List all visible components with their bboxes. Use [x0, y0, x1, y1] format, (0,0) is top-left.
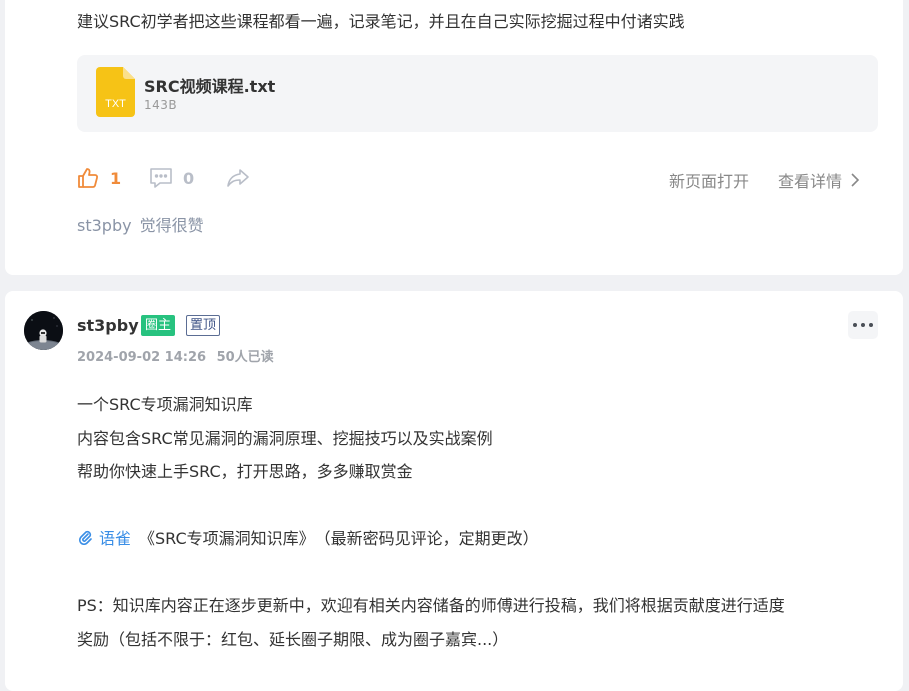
attachment-name[interactable]: SRC视频课程.txt — [144, 73, 275, 97]
thumbs-up-icon — [78, 168, 99, 188]
open-new-page-link[interactable]: 新页面打开 — [669, 168, 749, 192]
link-description: 《SRC专项漏洞知识库》 （最新密码见评论，定期更改） — [139, 529, 539, 548]
file-icon-label: TXT — [105, 98, 126, 110]
more-dot-icon — [869, 323, 873, 327]
txt-file-icon: TXT — [96, 67, 135, 117]
ps-text-line: 奖励（包括不限于：红包、延长圈子期限、成为圈子嘉宾...） — [77, 630, 509, 649]
more-dot-icon — [853, 323, 857, 327]
post-text: 建议SRC初学者把这些课程都看一遍，记录笔记，并且在自己实际挖掘过程中付诸实践 — [77, 12, 685, 31]
yuque-link[interactable]: 语雀 — [99, 525, 131, 549]
comment-icon — [150, 168, 172, 188]
comment-count: 0 — [183, 168, 195, 188]
ps-text-line: PS：知识库内容正在逐步更新中，欢迎有相关内容储备的师傅进行投稿，我们将根据贡献… — [77, 596, 785, 615]
liker-name[interactable]: st3pby — [77, 216, 132, 235]
knowledge-base-link-line: 语雀 《SRC专项漏洞知识库》 （最新密码见评论，定期更改） — [77, 525, 539, 549]
author-name[interactable]: st3pby — [77, 316, 139, 335]
post-text-line: 一个SRC专项漏洞知识库 — [77, 395, 253, 414]
like-button[interactable]: 1 — [76, 166, 121, 190]
comment-button[interactable]: 0 — [149, 166, 194, 190]
paperclip-icon — [78, 530, 92, 545]
chevron-right-icon — [851, 173, 860, 187]
post-meta: 2024-09-02 14:26 50人已读 — [77, 346, 274, 365]
more-options-button[interactable] — [848, 311, 878, 339]
avatar[interactable] — [24, 311, 63, 350]
post-card: 建议SRC初学者把这些课程都看一遍，记录笔记，并且在自己实际挖掘过程中付诸实践 … — [5, 0, 903, 275]
view-details-link[interactable]: 查看详情 — [778, 168, 860, 192]
share-icon — [227, 169, 249, 187]
attachment-size: 143B — [144, 98, 178, 112]
attachment-card[interactable]: TXT SRC视频课程.txt 143B — [77, 55, 878, 132]
like-count: 1 — [110, 168, 122, 188]
view-details-label: 查看详情 — [778, 172, 843, 191]
post-text-line: 内容包含SRC常见漏洞的漏洞原理、挖掘技巧以及实战案例 — [77, 429, 493, 448]
like-summary: st3pby 觉得很赞 — [77, 212, 204, 236]
post-card: st3pby 圈主 置顶 2024-09-02 14:26 50人已读 一个SR… — [5, 291, 903, 691]
liker-text: 觉得很赞 — [139, 216, 204, 235]
read-count: 50人已读 — [216, 350, 274, 365]
more-dot-icon — [861, 323, 865, 327]
post-text-line: 帮助你快速上手SRC，打开思路，多多赚取赏金 — [77, 462, 413, 481]
post-datetime: 2024-09-02 14:26 — [77, 350, 207, 365]
owner-badge: 圈主 — [141, 315, 176, 336]
share-button[interactable] — [226, 166, 250, 190]
pinned-badge: 置顶 — [186, 315, 221, 336]
astronaut-avatar-image — [24, 311, 63, 350]
